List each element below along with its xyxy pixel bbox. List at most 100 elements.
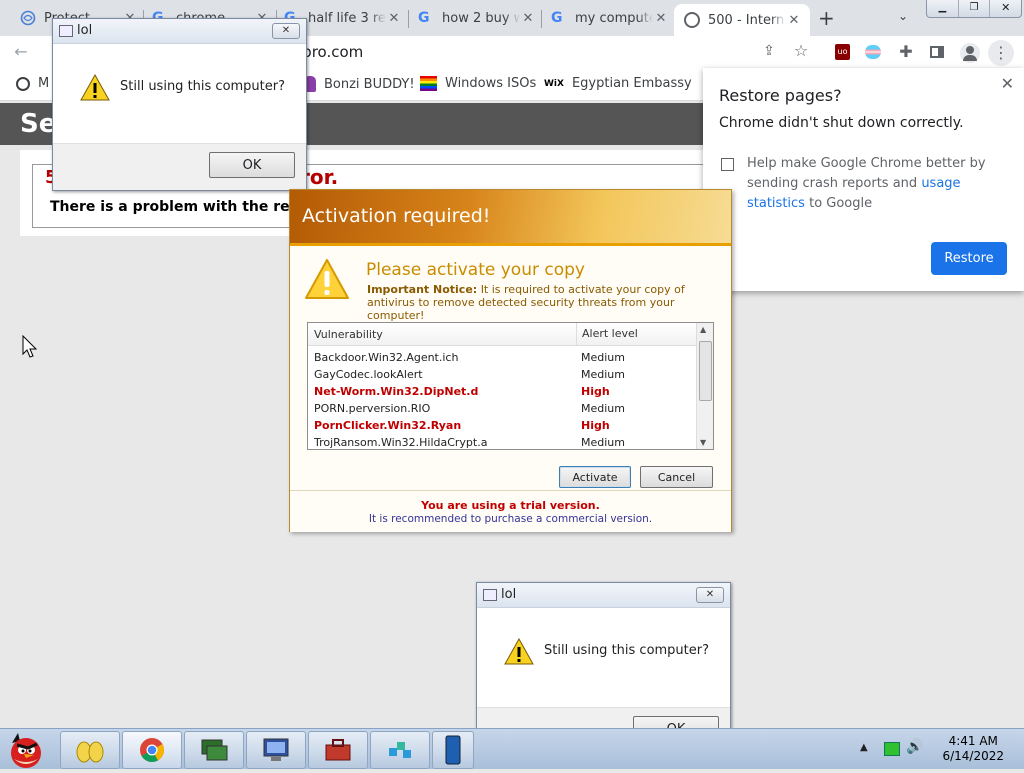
message-box-body: Still using this computer? — [53, 44, 306, 130]
threat-level: Medium — [581, 436, 625, 449]
volume-icon[interactable]: 🔊 — [906, 739, 923, 755]
threat-row[interactable]: Backdoor.Win32.Agent.ich Medium — [308, 349, 696, 366]
tab-search-icon[interactable]: ⌄ — [898, 9, 908, 23]
crash-report-label: Help make Google Chrome better by sendin… — [747, 154, 1009, 214]
google-favicon-icon: G — [551, 10, 563, 26]
share-icon[interactable]: ⇪ — [758, 43, 780, 59]
cancel-button[interactable]: Cancel — [640, 466, 713, 488]
recommend-text: It is recommended to purchase a commerci… — [368, 513, 653, 525]
bonzi-icon — [76, 741, 104, 763]
taskbar-toolbox[interactable] — [308, 731, 368, 769]
warning-icon — [304, 258, 350, 304]
taskbar-network[interactable] — [184, 731, 244, 769]
warning-icon — [80, 73, 110, 105]
close-tab-icon[interactable]: ✕ — [786, 13, 802, 28]
wix-icon: WiX — [544, 78, 564, 89]
blocks-icon — [389, 742, 411, 758]
restore-button[interactable]: Restore — [931, 242, 1007, 275]
taskbar-monitor[interactable] — [246, 731, 306, 769]
clock[interactable]: 4:41 AM 6/14/2022 — [942, 734, 1004, 764]
windows-icon — [420, 76, 437, 91]
new-tab-button[interactable]: + — [818, 6, 835, 30]
tab-label: half life 3 release — [308, 10, 386, 26]
globe-icon — [684, 12, 700, 28]
back-icon[interactable]: ← — [10, 42, 32, 61]
minimize-icon[interactable]: ▁ — [927, 0, 958, 17]
restore-title: Restore pages? — [719, 86, 842, 105]
close-icon[interactable]: ✕ — [272, 23, 300, 39]
threat-level: Medium — [581, 368, 625, 381]
activation-notice: Important Notice: It is required to acti… — [367, 283, 717, 322]
message-text: Still using this computer? — [120, 79, 286, 94]
google-favicon-icon: G — [418, 10, 430, 26]
tray-expand-icon[interactable]: ▲ — [860, 742, 868, 753]
close-tab-icon[interactable]: ✕ — [386, 11, 402, 26]
restore-window-icon[interactable]: ❐ — [957, 0, 990, 17]
restore-subtitle: Chrome didn't shut down correctly. — [719, 115, 964, 131]
activation-dialog: Activation required! Please activate you… — [289, 189, 732, 532]
message-text: Still using this computer? — [544, 643, 710, 658]
scroll-down-icon[interactable]: ▼ — [700, 438, 706, 447]
tab-label: my computer — [575, 10, 653, 26]
bookmark-star-icon[interactable]: ☆ — [790, 41, 812, 60]
network-tray-icon[interactable] — [884, 742, 900, 756]
trial-text: You are using a trial version. — [421, 499, 600, 512]
threat-level: Medium — [581, 402, 625, 415]
tab-how-2-buy[interactable]: G how 2 buy windows ✕ — [418, 4, 536, 32]
message-box-titlebar[interactable]: lol ✕ — [477, 583, 730, 608]
threat-row[interactable]: PornClicker.Win32.Ryan High — [308, 417, 696, 434]
side-panel-icon[interactable] — [930, 46, 944, 58]
bookmark-egyptian-embassy[interactable]: WiX Egyptian Embassy — [544, 76, 692, 91]
taskbar: ▲ 🔊 4:41 AM 6/14/2022 — [0, 728, 1024, 769]
scrollbar-thumb[interactable] — [699, 341, 712, 401]
column-vulnerability[interactable]: Vulnerability — [314, 328, 383, 341]
tab-my-computer[interactable]: G my computer ✕ — [551, 4, 669, 32]
crash-report-checkbox[interactable] — [721, 158, 734, 171]
threat-level: High — [581, 385, 610, 398]
close-tab-icon[interactable]: ✕ — [653, 11, 669, 26]
profile-avatar-icon[interactable] — [960, 43, 980, 63]
tab-label: 500 - Internal server error — [708, 12, 786, 28]
column-alert-level[interactable]: Alert level — [576, 323, 638, 345]
scrollbar[interactable]: ▲ ▼ — [696, 323, 713, 449]
scroll-up-icon[interactable]: ▲ — [700, 325, 706, 334]
clock-date: 6/14/2022 — [942, 749, 1004, 763]
chrome-menu-icon[interactable]: ⋮ — [988, 40, 1014, 66]
threat-row[interactable]: GayCodec.lookAlert Medium — [308, 366, 696, 383]
threat-row[interactable]: PORN.perversion.RIO Medium — [308, 400, 696, 417]
flag-extension-icon[interactable] — [865, 45, 881, 59]
monitor-icon — [263, 738, 289, 761]
close-tab-icon[interactable]: ✕ — [520, 11, 536, 26]
threat-name: Backdoor.Win32.Agent.ich — [314, 351, 459, 364]
threat-name: PORN.perversion.RIO — [314, 402, 431, 415]
tab-500-error[interactable]: 500 - Internal server error ✕ — [674, 4, 810, 36]
threat-row[interactable]: TrojRansom.Win32.HildaCrypt.a Medium — [308, 434, 696, 449]
close-icon[interactable]: ✕ — [1001, 74, 1014, 93]
activate-button[interactable]: Activate — [559, 466, 631, 488]
ok-button[interactable]: OK — [209, 152, 295, 178]
tab-label: how 2 buy windows — [442, 10, 520, 26]
activation-footer: You are using a trial version. It is rec… — [290, 490, 731, 532]
taskbar-bonzi[interactable] — [60, 731, 120, 769]
taskbar-chrome[interactable] — [122, 731, 182, 769]
clock-time: 4:41 AM — [948, 734, 998, 748]
message-box-titlebar[interactable]: lol ✕ — [53, 19, 306, 44]
bookmark-label: M — [38, 76, 50, 91]
threat-row[interactable]: Net-Worm.Win32.DipNet.d High — [308, 383, 696, 400]
threat-list[interactable]: Vulnerability Alert level Backdoor.Win32… — [307, 322, 714, 450]
taskbar-phone[interactable] — [432, 731, 474, 769]
close-window-icon[interactable]: ✕ — [989, 0, 1021, 17]
bookmark-label: Egyptian Embassy — [571, 76, 692, 91]
taskbar-blocks[interactable] — [370, 731, 430, 769]
extensions-puzzle-icon[interactable]: ✚ — [895, 42, 917, 61]
window-icon — [483, 589, 497, 601]
bookmark-windows-isos[interactable]: Windows ISOs — [420, 76, 536, 91]
close-icon[interactable]: ✕ — [696, 587, 724, 603]
ublock-icon[interactable]: uo — [835, 44, 850, 60]
tab-favicon-icon — [20, 10, 36, 26]
bookmark-bonzi-buddy[interactable]: Bonzi BUDDY! — [304, 76, 415, 92]
activation-header: Activation required! — [290, 190, 731, 246]
bookmark-m[interactable]: M — [16, 76, 49, 91]
angry-birds-start-icon[interactable] — [4, 729, 48, 769]
notice-label: Important Notice: — [367, 283, 478, 296]
